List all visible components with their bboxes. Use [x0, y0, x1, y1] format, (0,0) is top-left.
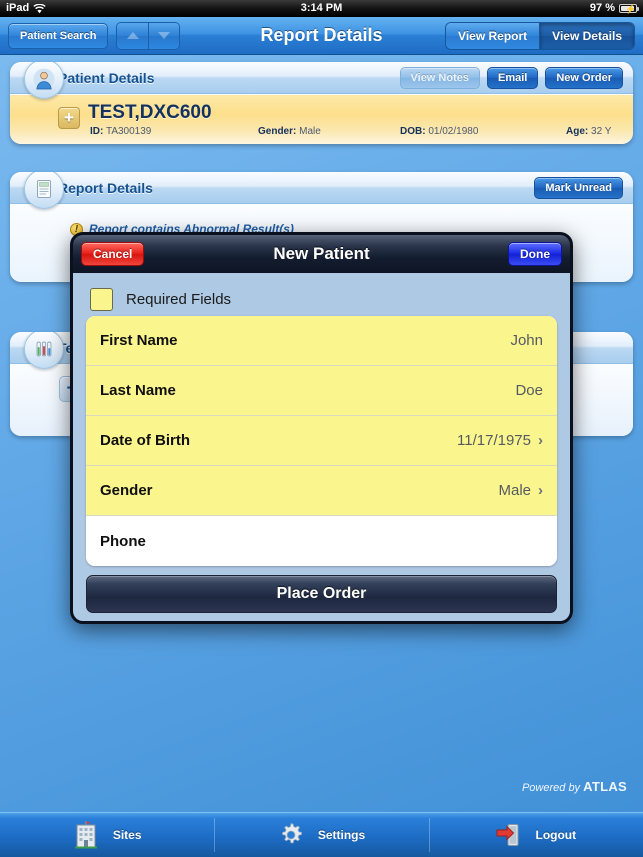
view-mode-segmented-control[interactable]: View Report View Details	[445, 21, 635, 50]
patient-field-dob-value: 01/02/1980	[428, 126, 479, 137]
report-details-actions: Mark Unread	[534, 176, 633, 199]
patient-field-id: ID: TA300139	[90, 126, 151, 137]
bottom-tab-bar: Sites Settings Logout	[0, 812, 643, 857]
new-order-button[interactable]: New Order	[545, 66, 623, 89]
patient-field-age-label: Age:	[566, 126, 589, 137]
patient-field-id-label: ID:	[90, 126, 104, 137]
gender-value[interactable]: Male	[498, 482, 531, 499]
required-fields-label: Required Fields	[126, 290, 232, 308]
chevron-right-icon: ›	[538, 482, 543, 499]
patient-details-title: Patient Details	[58, 69, 155, 86]
patient-search-button[interactable]: Patient Search	[8, 22, 109, 49]
patient-details-actions: View Notes Email New Order	[399, 66, 634, 89]
wifi-icon	[33, 3, 46, 13]
field-row-last-name[interactable]: Last Name Doe	[86, 366, 557, 416]
email-button[interactable]: Email	[487, 66, 539, 89]
device-name: iPad	[6, 2, 30, 14]
tab-sites-label: Sites	[112, 828, 142, 842]
patient-field-id-value: TA300139	[105, 126, 152, 137]
status-bar-clock: 3:14 PM	[300, 2, 343, 14]
patient-field-gender: Gender: Male	[258, 126, 321, 137]
chevron-right-icon: ›	[538, 432, 543, 449]
plus-icon[interactable]: +	[58, 107, 80, 129]
chevron-down-icon[interactable]	[148, 22, 180, 49]
date-of-birth-label: Date of Birth	[100, 432, 190, 449]
ios-status-bar: iPad 3:14 PM 97 % ⚡	[0, 0, 643, 17]
mark-unread-button[interactable]: Mark Unread	[534, 176, 623, 199]
modal-title-bar: Cancel New Patient Done	[73, 235, 570, 273]
modal-title: New Patient	[273, 244, 370, 263]
patient-field-dob-label: DOB:	[400, 126, 426, 137]
first-name-label: First Name	[100, 332, 178, 349]
top-navigation-bar: Patient Search Report Details View Repor…	[0, 17, 643, 55]
report-details-header: Report Details Mark Unread	[10, 172, 633, 209]
tab-view-details[interactable]: View Details	[539, 22, 634, 49]
view-notes-button[interactable]: View Notes	[399, 66, 480, 89]
new-patient-form: First Name John Last Name Doe Date of Bi…	[86, 316, 557, 566]
tab-settings[interactable]: Settings	[214, 813, 428, 857]
required-fields-legend: Required Fields	[86, 282, 557, 316]
tab-logout[interactable]: Logout	[428, 813, 643, 857]
field-row-gender[interactable]: Gender Male ›	[86, 466, 557, 516]
gear-icon	[282, 823, 302, 844]
tab-view-report[interactable]: View Report	[446, 22, 540, 49]
done-button[interactable]: Done	[508, 242, 562, 266]
powered-by-brand: ATLAS	[583, 779, 627, 794]
patient-field-dob: DOB: 01/02/1980	[400, 126, 478, 137]
chevron-up-icon[interactable]	[117, 22, 149, 49]
tab-logout-label: Logout	[535, 828, 577, 842]
powered-by-prefix: Powered by	[521, 782, 584, 794]
patient-field-gender-label: Gender:	[258, 126, 297, 137]
phone-label: Phone	[100, 532, 146, 550]
last-name-value[interactable]: Doe	[515, 382, 543, 399]
patient-summary-row[interactable]: + TEST,DXC600 ID: TA300139 Gender: Male …	[10, 94, 633, 144]
date-of-birth-value[interactable]: 11/17/1975	[457, 432, 531, 449]
cancel-button[interactable]: Cancel	[81, 242, 145, 266]
modal-body: Required Fields First Name John Last Nam…	[73, 273, 570, 621]
tab-sites[interactable]: Sites	[0, 813, 214, 857]
gender-label: Gender	[100, 482, 153, 499]
logout-door-icon	[497, 824, 519, 846]
patient-name: TEST,DXC600	[88, 102, 212, 123]
field-row-first-name[interactable]: First Name John	[86, 316, 557, 366]
required-fields-swatch	[90, 287, 113, 311]
building-icon	[74, 821, 97, 849]
new-patient-modal: Cancel New Patient Done Required Fields …	[70, 232, 573, 624]
battery-charging-icon: ⚡	[619, 4, 639, 14]
status-bar-left: iPad	[6, 0, 46, 17]
tab-settings-label: Settings	[317, 828, 366, 842]
field-row-phone[interactable]: Phone	[86, 516, 557, 566]
field-row-date-of-birth[interactable]: Date of Birth 11/17/1975 ›	[86, 416, 557, 466]
first-name-value[interactable]: John	[510, 332, 543, 349]
patient-details-header: Patient Details View Notes Email New Ord…	[10, 62, 634, 99]
powered-by-label: Powered by ATLAS	[522, 779, 627, 794]
battery-percent-label: 97 %	[589, 2, 615, 14]
patient-details-panel: Patient Details View Notes Email New Ord…	[10, 62, 633, 144]
report-details-title: Report Details	[58, 179, 153, 196]
patient-field-age-value: 32 Y	[591, 126, 612, 137]
last-name-label: Last Name	[100, 382, 176, 399]
record-stepper[interactable]	[116, 21, 181, 50]
status-bar-right: 97 % ⚡	[589, 0, 639, 17]
place-order-button[interactable]: Place Order	[86, 575, 557, 613]
patient-field-age: Age: 32 Y	[566, 126, 611, 137]
patient-field-gender-value: Male	[299, 126, 321, 137]
